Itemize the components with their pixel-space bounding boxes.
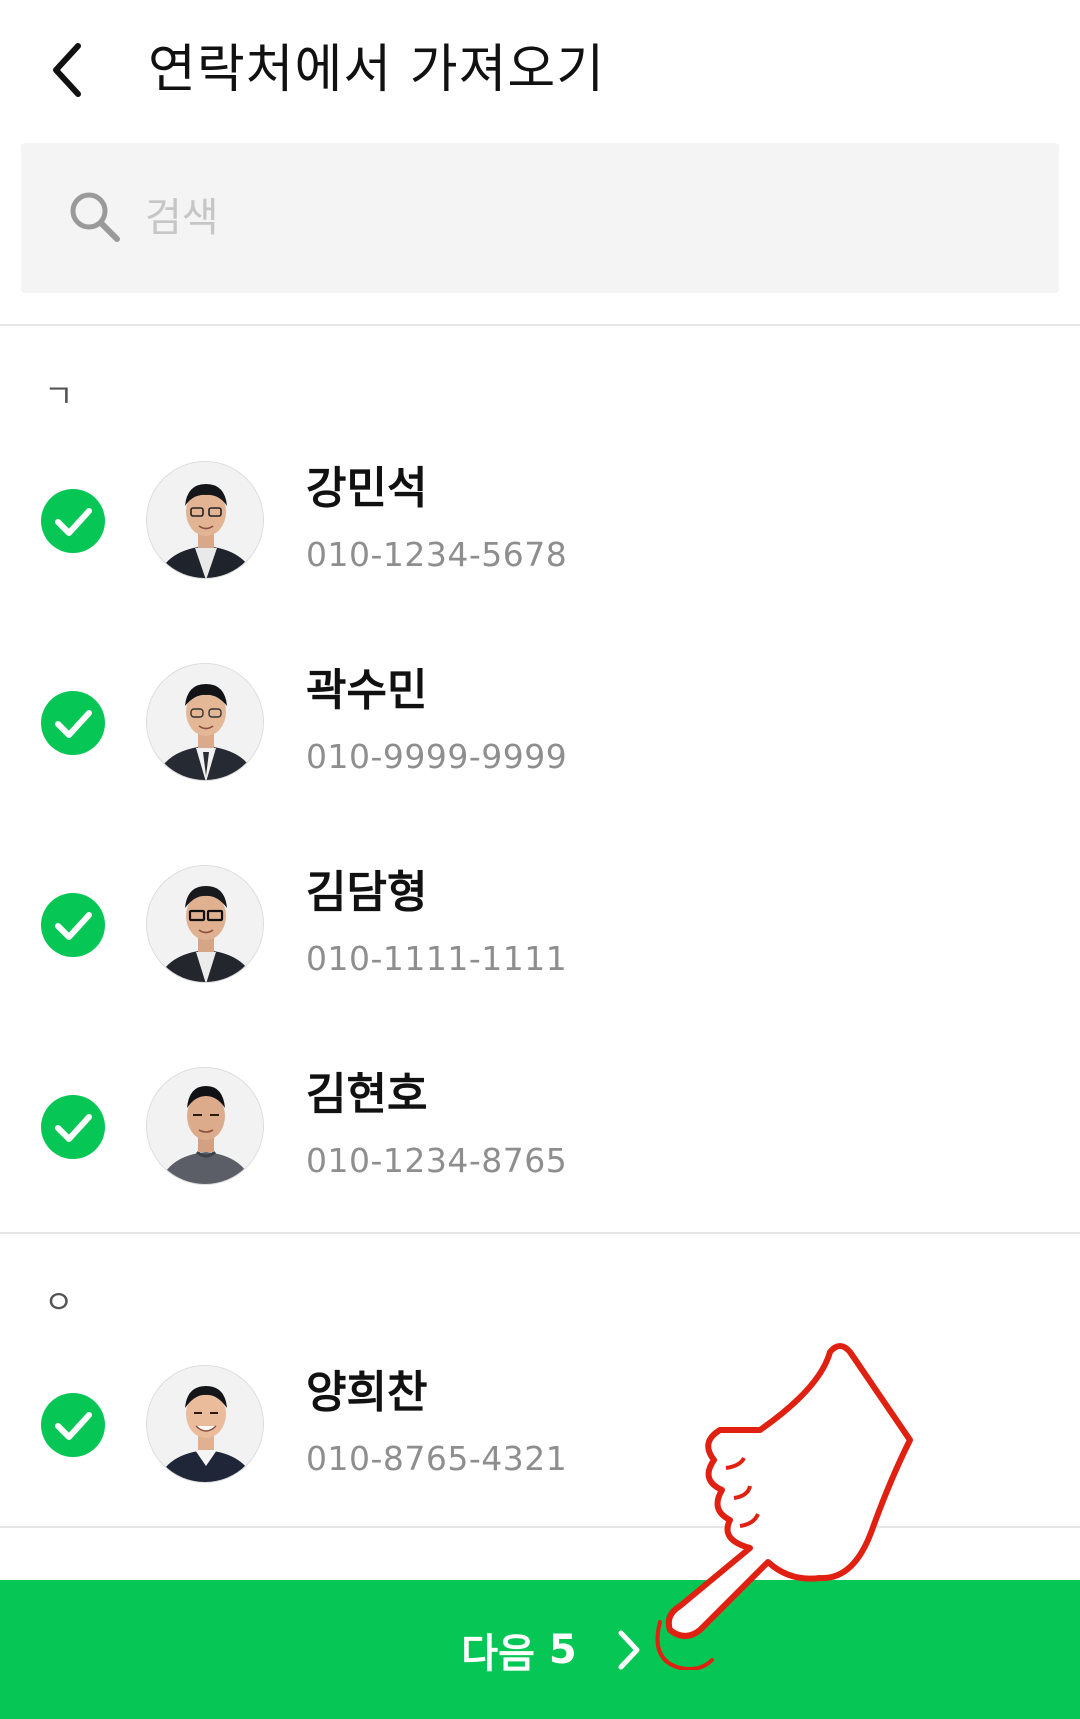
back-arrow-icon bbox=[53, 43, 81, 97]
next-button[interactable]: 다음 5 bbox=[0, 1580, 1080, 1719]
contact-phone: 010-1234-5678 bbox=[306, 535, 568, 574]
section-header-giyeok: ㄱ bbox=[44, 377, 74, 415]
contact-name: 김담형 bbox=[306, 867, 428, 918]
contact-row[interactable]: 김현호 010-1234-8765 bbox=[0, 1051, 1080, 1201]
next-button-label: 다음 bbox=[461, 1630, 535, 1677]
check-icon bbox=[55, 508, 92, 536]
divider bbox=[0, 324, 1080, 326]
search-bar[interactable] bbox=[21, 143, 1059, 293]
avatar bbox=[146, 663, 264, 781]
page-title: 연락처에서 가져오기 bbox=[148, 40, 606, 100]
divider bbox=[0, 1526, 1080, 1528]
person-photo-icon bbox=[147, 1366, 263, 1482]
chevron-right-icon bbox=[618, 1630, 640, 1669]
check-icon bbox=[55, 1114, 92, 1142]
avatar bbox=[146, 1365, 264, 1483]
header: 연락처에서 가져오기 bbox=[0, 0, 1080, 140]
contact-row[interactable]: 김담형 010-1111-1111 bbox=[0, 849, 1080, 999]
contact-name: 곽수민 bbox=[306, 665, 428, 716]
import-contacts-screen: 연락처에서 가져오기 ㄱ 강민 bbox=[0, 0, 1080, 1719]
person-photo-icon bbox=[147, 1068, 263, 1184]
search-input[interactable] bbox=[145, 183, 1025, 253]
check-icon bbox=[55, 1412, 92, 1440]
avatar bbox=[146, 461, 264, 579]
contact-phone: 010-8765-4321 bbox=[306, 1439, 568, 1478]
check-icon bbox=[55, 912, 92, 940]
checkbox-checked[interactable] bbox=[41, 1095, 105, 1159]
checkbox-checked[interactable] bbox=[41, 893, 105, 957]
section-header-ieung: ㅇ bbox=[44, 1283, 74, 1321]
person-photo-icon bbox=[147, 866, 263, 982]
next-button-content: 다음 5 bbox=[461, 1621, 648, 1679]
contact-name: 강민석 bbox=[306, 463, 428, 514]
contact-phone: 010-1234-8765 bbox=[306, 1141, 568, 1180]
contact-name: 김현호 bbox=[306, 1069, 428, 1120]
checkbox-checked[interactable] bbox=[41, 1393, 105, 1457]
check-icon bbox=[55, 710, 92, 738]
avatar bbox=[146, 865, 264, 983]
back-button[interactable] bbox=[42, 34, 102, 106]
contact-phone: 010-9999-9999 bbox=[306, 737, 568, 776]
search-icon bbox=[70, 192, 120, 242]
person-photo-icon bbox=[147, 664, 263, 780]
contact-row[interactable]: 강민석 010-1234-5678 bbox=[0, 445, 1080, 595]
contact-phone: 010-1111-1111 bbox=[306, 939, 568, 978]
selected-count: 5 bbox=[548, 1626, 577, 1673]
checkbox-checked[interactable] bbox=[41, 691, 105, 755]
checkbox-checked[interactable] bbox=[41, 489, 105, 553]
avatar bbox=[146, 1067, 264, 1185]
contact-name: 양희찬 bbox=[306, 1367, 428, 1418]
contact-row[interactable]: 양희찬 010-8765-4321 bbox=[0, 1349, 1080, 1499]
person-photo-icon bbox=[147, 462, 263, 578]
contact-row[interactable]: 곽수민 010-9999-9999 bbox=[0, 647, 1080, 797]
divider bbox=[0, 1232, 1080, 1234]
